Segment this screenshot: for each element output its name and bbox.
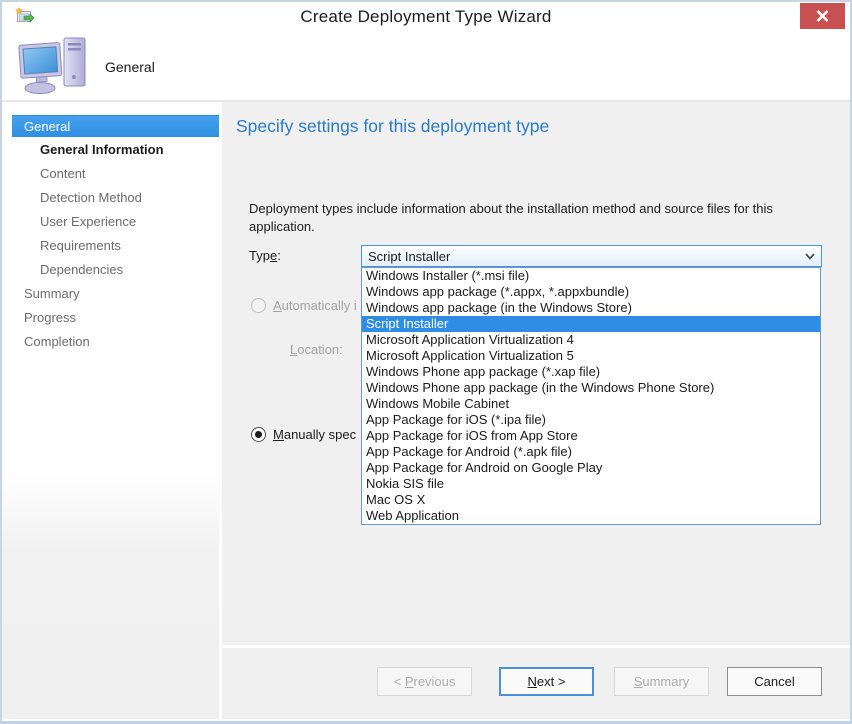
dropdown-option[interactable]: Windows app package (*.appx, *.appxbundl… — [362, 284, 820, 300]
dropdown-option[interactable]: Microsoft Application Virtualization 4 — [362, 332, 820, 348]
window-title: Create Deployment Type Wizard — [2, 7, 850, 27]
dropdown-option[interactable]: Web Application — [362, 508, 820, 524]
sidebar-item-requirements: Requirements — [12, 235, 219, 257]
dropdown-option[interactable]: Windows Phone app package (in the Window… — [362, 380, 820, 396]
wizard-step-list: GeneralGeneral InformationContentDetecti… — [2, 102, 222, 719]
radio-button-icon[interactable] — [251, 427, 266, 442]
close-button[interactable] — [800, 3, 845, 29]
sidebar-item-progress: Progress — [12, 307, 219, 329]
radio-manually-label: Manually spec — [273, 427, 356, 442]
dropdown-option[interactable]: Script Installer — [362, 316, 820, 332]
dropdown-option[interactable]: App Package for Android (*.apk file) — [362, 444, 820, 460]
dropdown-option[interactable]: Microsoft Application Virtualization 5 — [362, 348, 820, 364]
page-heading: Specify settings for this deployment typ… — [236, 116, 549, 137]
sidebar-item-general: General — [12, 115, 219, 137]
sidebar-item-detection-method: Detection Method — [12, 187, 219, 209]
radio-manually-specify[interactable]: Manually spec — [251, 427, 356, 442]
wizard-page: Specify settings for this deployment typ… — [222, 102, 850, 719]
sidebar-item-completion: Completion — [12, 331, 219, 353]
footer-button-bar: < Previous Next > Summary Cancel — [222, 648, 850, 719]
radio-automatically-identify: Automatically i — [251, 298, 357, 313]
dropdown-option[interactable]: App Package for Android on Google Play — [362, 460, 820, 476]
wizard-header: General — [2, 30, 850, 102]
dropdown-option[interactable]: App Package for iOS (*.ipa file) — [362, 412, 820, 428]
dropdown-option[interactable]: Nokia SIS file — [362, 476, 820, 492]
sidebar-item-summary: Summary — [12, 283, 219, 305]
dropdown-option[interactable]: Mac OS X — [362, 492, 820, 508]
location-label: Location: — [290, 342, 343, 357]
previous-button: < Previous — [377, 667, 472, 696]
title-bar: Create Deployment Type Wizard — [2, 2, 850, 30]
sidebar-item-general-information: General Information — [12, 139, 219, 161]
type-combobox[interactable]: Script Installer — [361, 245, 822, 267]
sidebar-item-dependencies: Dependencies — [12, 259, 219, 281]
radio-button-icon — [251, 298, 266, 313]
type-dropdown-list: Windows Installer (*.msi file)Windows ap… — [361, 267, 821, 525]
page-description: Deployment types include information abo… — [249, 200, 815, 236]
sidebar-item-user-experience: User Experience — [12, 211, 219, 233]
cancel-button[interactable]: Cancel — [727, 667, 822, 696]
radio-automatically-label: Automatically i — [273, 298, 357, 313]
dropdown-option[interactable]: Windows Mobile Cabinet — [362, 396, 820, 412]
dropdown-option[interactable]: Windows Phone app package (*.xap file) — [362, 364, 820, 380]
computer-icon — [17, 35, 95, 95]
dropdown-option[interactable]: Windows Installer (*.msi file) — [362, 268, 820, 284]
type-combobox-value: Script Installer — [368, 249, 450, 264]
type-label: Type: — [249, 248, 281, 263]
dropdown-option[interactable]: App Package for iOS from App Store — [362, 428, 820, 444]
next-button[interactable]: Next > — [499, 667, 594, 696]
close-icon — [816, 10, 829, 22]
wizard-window: Create Deployment Type Wizard — [0, 0, 852, 724]
dropdown-option[interactable]: Windows app package (in the Windows Stor… — [362, 300, 820, 316]
summary-button: Summary — [614, 667, 709, 696]
chevron-down-icon — [805, 253, 815, 260]
header-page-title: General — [105, 59, 155, 75]
sidebar-item-content: Content — [12, 163, 219, 185]
